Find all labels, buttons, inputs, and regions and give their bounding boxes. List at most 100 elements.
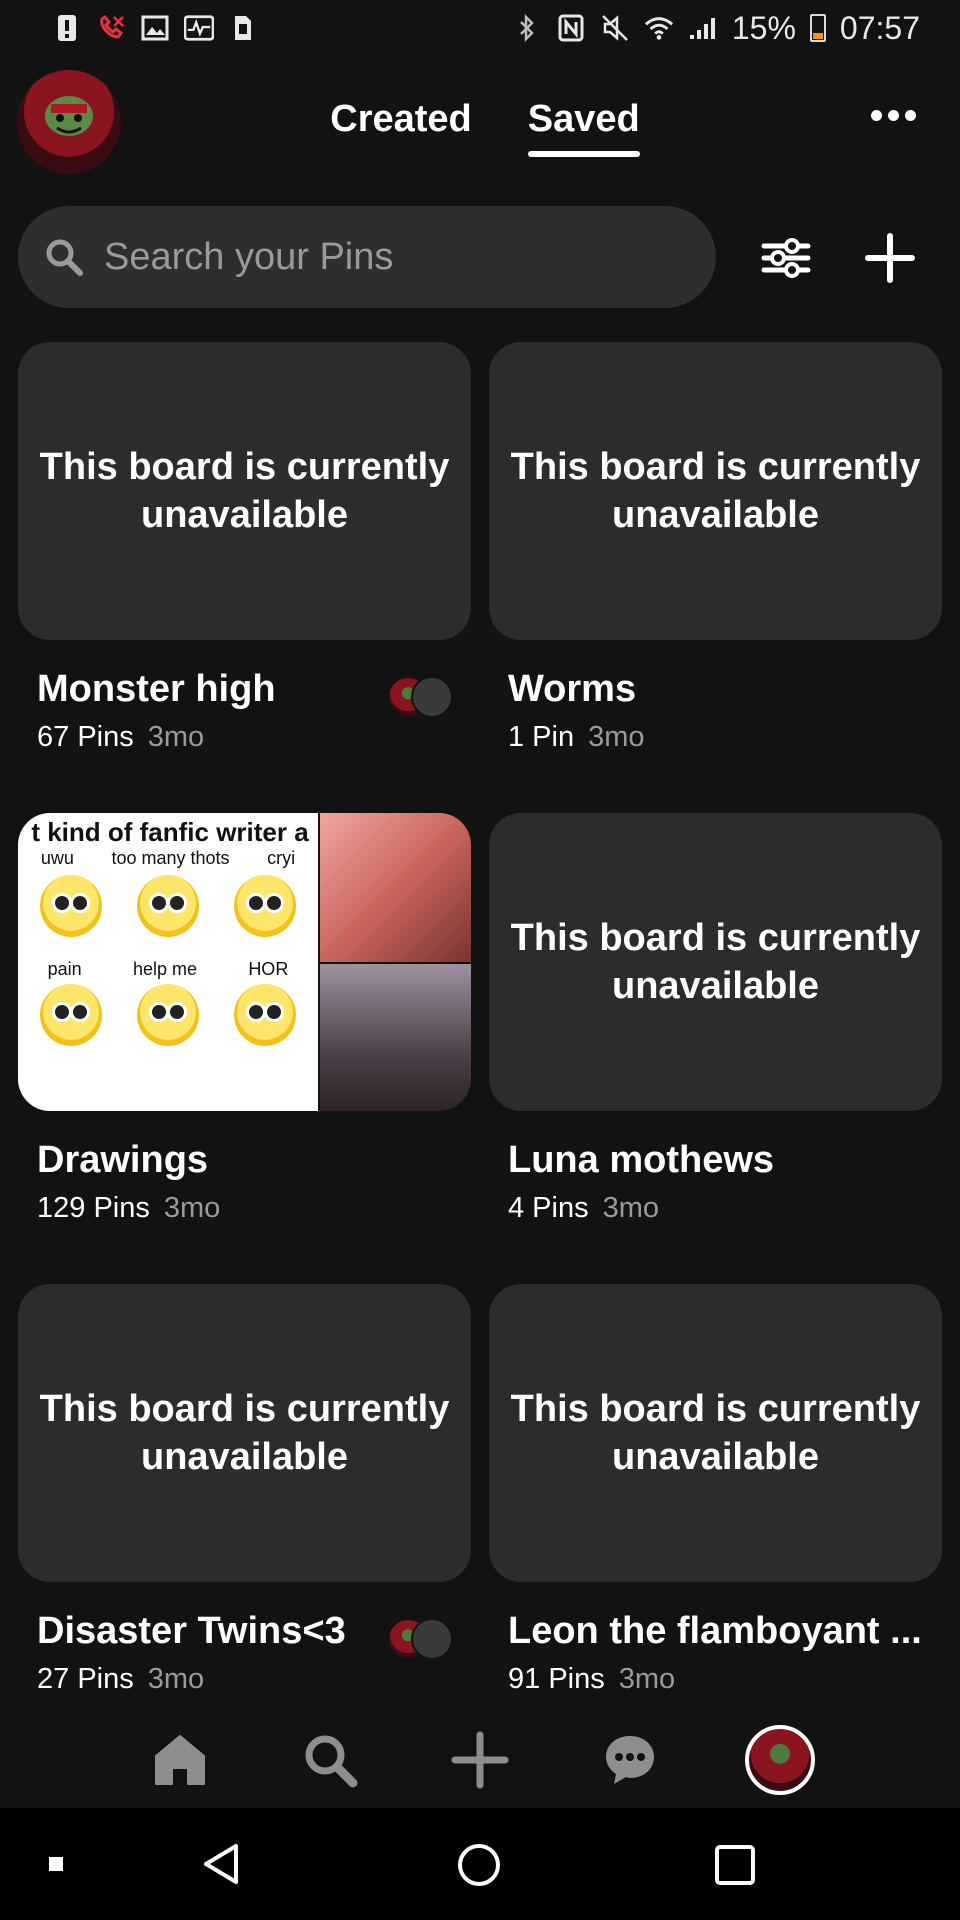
profile-tabs: Created Saved: [10, 98, 960, 157]
board-stats: 129 Pins 3mo: [37, 1192, 451, 1225]
board-stats: 1 Pin 3mo: [508, 721, 922, 754]
create-button[interactable]: [862, 230, 918, 286]
meme-label: cryi: [267, 848, 296, 868]
board-meta: Worms 1 Pin 3mo: [489, 640, 942, 754]
board-meta: Disaster Twins<3 27 Pins 3mo: [18, 1582, 471, 1696]
board-age: 3mo: [147, 1663, 205, 1695]
board-title: Drawings: [37, 1139, 209, 1181]
board-card[interactable]: This board is currently unavailable Leon…: [489, 1284, 942, 1755]
board-age: 3mo: [163, 1192, 221, 1224]
system-navigation-bar: [0, 1808, 960, 1920]
emoji-face-icon: [234, 875, 297, 937]
dot-icon: [905, 110, 916, 121]
avatar: [411, 676, 453, 718]
recents-icon[interactable]: [712, 1842, 758, 1888]
board-title: Worms: [508, 668, 637, 710]
collaborator-avatars: [387, 1618, 453, 1662]
board-cover: This board is currently unavailable: [18, 342, 471, 640]
pin-count: 67 Pins: [37, 721, 134, 753]
unavailable-message: This board is currently unavailable: [39, 446, 450, 536]
meme-faces-row: [18, 875, 318, 937]
board-stats: 91 Pins 3mo: [508, 1663, 922, 1696]
pin-count: 129 Pins: [37, 1192, 150, 1224]
search-icon: [305, 1735, 358, 1788]
unavailable-message: This board is currently unavailable: [510, 446, 921, 536]
board-title: Luna mothews: [508, 1139, 775, 1181]
nav-profile[interactable]: [705, 1712, 855, 1808]
boards-grid: This board is currently unavailable Mons…: [18, 342, 942, 1755]
unavailable-message: This board is currently unavailable: [510, 1388, 921, 1478]
board-card[interactable]: This board is currently unavailable Worm…: [489, 342, 942, 813]
status-left-icons: [52, 13, 258, 43]
nav-messages[interactable]: [555, 1712, 705, 1808]
plus-icon: [865, 233, 915, 283]
alert-icon: [52, 13, 82, 43]
board-cover: This board is currently unavailable: [18, 1284, 471, 1582]
board-meta: Luna mothews 4 Pins 3mo: [489, 1111, 942, 1225]
pin-count: 1 Pin: [508, 721, 575, 753]
clock: 07:57: [839, 9, 920, 46]
mute-icon: [600, 13, 630, 43]
bluetooth-icon: [512, 13, 542, 43]
tab-saved[interactable]: Saved: [527, 98, 640, 157]
meme-label: help me: [132, 959, 198, 979]
board-card[interactable]: This board is currently unavailable Mons…: [18, 342, 471, 813]
unavailable-message: This board is currently unavailable: [510, 917, 921, 1007]
board-card[interactable]: This board is currently unavailable Disa…: [18, 1284, 471, 1755]
emoji-face-icon: [39, 984, 102, 1046]
home-icon: [155, 1735, 205, 1785]
tab-created[interactable]: Created: [330, 98, 472, 141]
avatar: [411, 1618, 453, 1660]
sliders-icon: [761, 238, 811, 278]
meme-labels-row: uwu too many thots cryi: [18, 848, 318, 869]
pin-collage: t kind of fanfic writer a uwu too many t…: [18, 813, 471, 1111]
artwork-image: [320, 813, 471, 962]
profile-header: Created Saved: [0, 60, 960, 180]
meme-label: HOR: [248, 959, 289, 979]
emoji-face-icon: [39, 875, 102, 937]
board-card[interactable]: t kind of fanfic writer a uwu too many t…: [18, 813, 471, 1284]
meme-label: too many thots: [111, 848, 230, 868]
search-input[interactable]: [104, 235, 664, 279]
board-meta: Drawings 129 Pins 3mo: [18, 1111, 471, 1225]
board-stats: 4 Pins 3mo: [508, 1192, 922, 1225]
emoji-face-icon: [136, 875, 199, 937]
status-bar: 15% 07:57: [0, 0, 960, 56]
emoji-face-icon: [136, 984, 199, 1046]
nav-create[interactable]: [405, 1712, 555, 1808]
signal-icon: [688, 13, 718, 43]
bottom-navigation: [0, 1712, 960, 1808]
board-stats: 67 Pins 3mo: [37, 721, 451, 754]
nav-search[interactable]: [255, 1712, 405, 1808]
chat-icon: [606, 1736, 654, 1784]
artwork-image: [320, 964, 471, 1111]
dot-icon: [888, 110, 899, 121]
filter-button[interactable]: [758, 230, 814, 286]
square-small-icon[interactable]: [48, 1856, 64, 1872]
board-age: 3mo: [618, 1663, 676, 1695]
pin-count: 27 Pins: [37, 1663, 134, 1695]
board-meta: Leon the flamboyant ... 91 Pins 3mo: [489, 1582, 942, 1696]
search-bar[interactable]: [18, 206, 716, 308]
board-cover: This board is currently unavailable: [489, 813, 942, 1111]
avatar: [745, 1725, 815, 1795]
nav-home[interactable]: [105, 1712, 255, 1808]
pin-count: 91 Pins: [508, 1663, 605, 1695]
unavailable-message: This board is currently unavailable: [39, 1388, 450, 1478]
meme-labels-row: pain help me HOR: [18, 959, 318, 980]
home-circle-icon[interactable]: [456, 1842, 502, 1888]
missed-call-icon: [96, 13, 126, 43]
board-meta: Monster high 67 Pins 3mo: [18, 640, 471, 754]
nfc-icon: [556, 13, 586, 43]
pin-count: 4 Pins: [508, 1192, 589, 1224]
board-stats: 27 Pins 3mo: [37, 1663, 451, 1696]
activity-icon: [184, 13, 214, 43]
battery-percent: 15%: [731, 9, 796, 46]
board-card[interactable]: This board is currently unavailable Luna…: [489, 813, 942, 1284]
board-title: Leon the flamboyant ...: [508, 1610, 922, 1652]
more-options-button[interactable]: [871, 110, 916, 121]
back-icon[interactable]: [200, 1842, 244, 1886]
meme-label: pain: [47, 959, 82, 979]
meme-heading: t kind of fanfic writer a: [31, 817, 309, 847]
plus-icon: [451, 1731, 509, 1789]
